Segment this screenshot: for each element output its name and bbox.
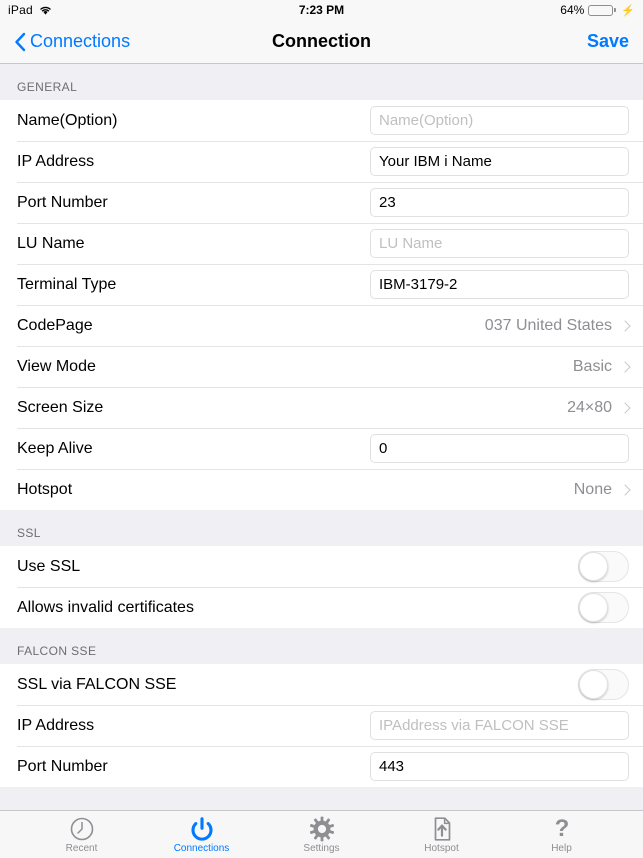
row-ip-address: IP Address xyxy=(0,141,643,182)
toggle-knob xyxy=(579,593,608,622)
clock-icon xyxy=(69,816,95,842)
row-value: None xyxy=(573,480,612,498)
row-label: IP Address xyxy=(17,716,95,734)
wifi-icon xyxy=(40,6,51,15)
tab-settings[interactable]: Settings xyxy=(285,816,359,854)
settings-list[interactable]: GENERAL Name(Option) IP Address Port Number… xyxy=(0,64,643,810)
chevron-right-icon xyxy=(619,360,631,373)
row-label: IP Address xyxy=(17,152,95,170)
toggle-ssl-via-falcon-sse[interactable] xyxy=(578,669,629,700)
gear-icon xyxy=(309,816,335,842)
row-allows-invalid-certificates: Allows invalid certificates xyxy=(0,587,643,628)
row-label: SSL via FALCON SSE xyxy=(17,675,177,693)
save-button[interactable]: Save xyxy=(587,31,629,52)
row-value: 037 United States xyxy=(484,316,612,334)
row-label: View Mode xyxy=(17,357,96,375)
row-port-number: Port Number xyxy=(0,182,643,223)
navigation-bar: Connections Connection Save xyxy=(0,20,643,64)
chevron-right-icon xyxy=(619,319,631,332)
battery-percent-label: 64% xyxy=(560,3,585,17)
row-value: 24×80 xyxy=(567,398,612,416)
input-port-number[interactable] xyxy=(370,752,629,781)
row-ssl-via-falcon-sse: SSL via FALCON SSE xyxy=(0,664,643,705)
section-group-falcon-sse: SSL via FALCON SSE IP Address Port Number xyxy=(0,664,643,787)
toggle-knob xyxy=(579,552,608,581)
chevron-left-icon xyxy=(15,32,26,51)
status-bar-right: 64% ⚡ xyxy=(560,3,635,17)
row-screen-size[interactable]: Screen Size 24×80 xyxy=(0,387,643,428)
row-name-option: Name(Option) xyxy=(0,100,643,141)
svg-text:?: ? xyxy=(554,816,569,842)
input-port-number[interactable] xyxy=(370,188,629,217)
tab-label: Recent xyxy=(65,842,98,854)
back-button-label: Connections xyxy=(30,31,131,51)
row-view-mode[interactable]: View Mode Basic xyxy=(0,346,643,387)
tab-label: Settings xyxy=(303,842,340,854)
row-label: Use SSL xyxy=(17,557,81,575)
tab-bar: Recent Connections Settings Hotspot? Help xyxy=(0,810,643,858)
row-label: Name(Option) xyxy=(17,111,118,129)
charging-bolt-icon: ⚡ xyxy=(621,4,635,17)
section-header-ssl: SSL xyxy=(0,510,643,546)
row-label: Terminal Type xyxy=(17,275,117,293)
input-name-option[interactable] xyxy=(370,106,629,135)
row-label: Port Number xyxy=(17,757,108,775)
status-bar-left: iPad xyxy=(8,3,53,17)
chevron-right-icon xyxy=(619,483,631,496)
toggle-allows-invalid-certificates[interactable] xyxy=(578,592,629,623)
section-header-general: GENERAL xyxy=(0,64,643,100)
tab-connections[interactable]: Connections xyxy=(165,816,239,854)
row-ip-address: IP Address xyxy=(0,705,643,746)
status-bar: iPad 7:23 PM 64% ⚡ xyxy=(0,0,643,20)
section-group-ssl: Use SSL Allows invalid certificates xyxy=(0,546,643,628)
section-header-falcon-sse: FALCON SSE xyxy=(0,628,643,664)
input-lu-name[interactable] xyxy=(370,229,629,258)
row-label: Screen Size xyxy=(17,398,104,416)
tab-label: Hotspot xyxy=(424,842,459,854)
power-icon xyxy=(189,816,215,842)
row-use-ssl: Use SSL xyxy=(0,546,643,587)
tab-hotspot[interactable]: Hotspot xyxy=(405,816,479,854)
back-button[interactable]: Connections xyxy=(14,31,130,52)
row-port-number: Port Number xyxy=(0,746,643,787)
tab-label: Connections xyxy=(173,842,230,854)
input-terminal-type[interactable] xyxy=(370,270,629,299)
tab-label: Help xyxy=(551,842,572,854)
row-label: CodePage xyxy=(17,316,93,334)
app-root: iPad 7:23 PM 64% ⚡ Connections Connectio… xyxy=(0,0,643,858)
document-upload-icon xyxy=(429,816,455,842)
row-label: Port Number xyxy=(17,193,108,211)
section-group-general: Name(Option) IP Address Port Number LU Name… xyxy=(0,100,643,510)
row-hotspot[interactable]: Hotspot None xyxy=(0,469,643,510)
row-codepage[interactable]: CodePage 037 United States xyxy=(0,305,643,346)
row-label: Allows invalid certificates xyxy=(17,598,194,616)
toggle-use-ssl[interactable] xyxy=(578,551,629,582)
input-keep-alive[interactable] xyxy=(370,434,629,463)
battery-icon xyxy=(588,4,617,16)
row-label: Keep Alive xyxy=(17,439,93,457)
device-name: iPad xyxy=(8,3,33,17)
toggle-knob xyxy=(579,670,608,699)
row-terminal-type: Terminal Type xyxy=(0,264,643,305)
row-value: Basic xyxy=(572,357,612,375)
status-bar-clock: 7:23 PM xyxy=(298,3,345,17)
row-label: Hotspot xyxy=(17,480,73,498)
input-ip-address[interactable] xyxy=(370,711,629,740)
row-label: LU Name xyxy=(17,234,85,252)
tab-recent[interactable]: Recent xyxy=(45,816,119,854)
row-keep-alive: Keep Alive xyxy=(0,428,643,469)
row-lu-name: LU Name xyxy=(0,223,643,264)
chevron-right-icon xyxy=(619,401,631,414)
question-mark-icon: ? xyxy=(549,816,575,842)
input-ip-address[interactable] xyxy=(370,147,629,176)
tab-help[interactable]: ? Help xyxy=(525,816,599,854)
